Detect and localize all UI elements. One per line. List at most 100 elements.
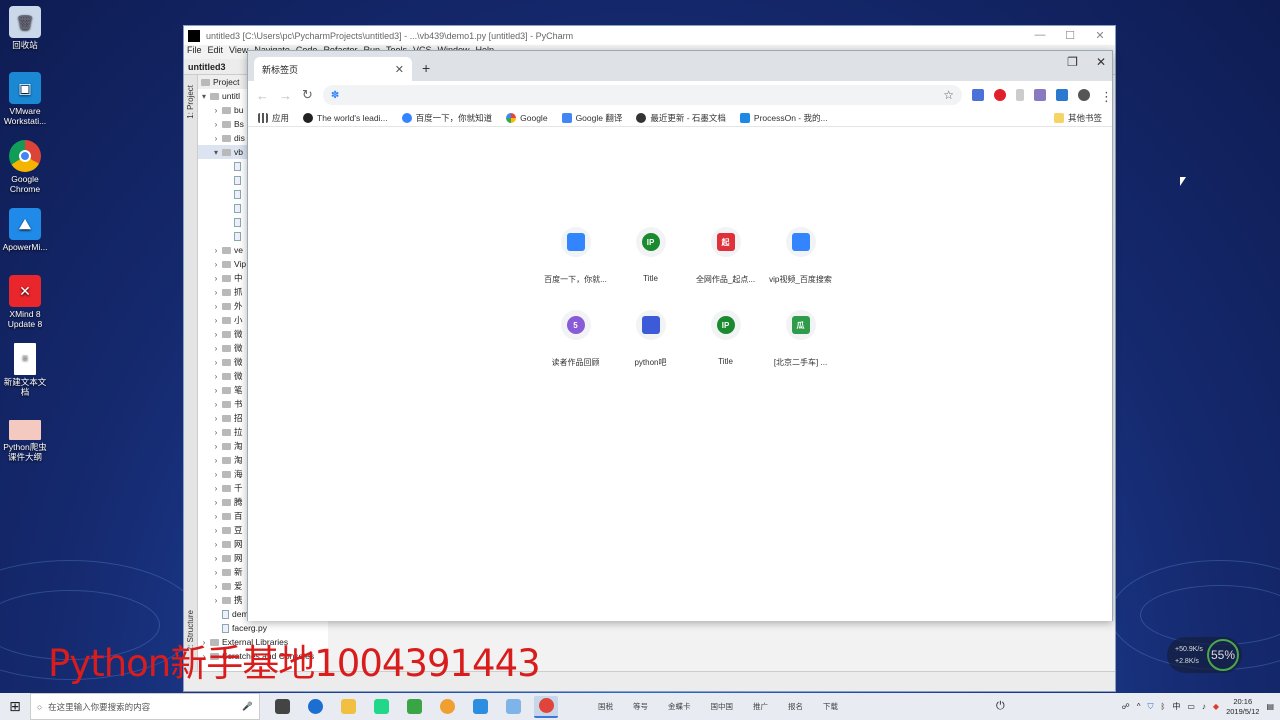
profile-avatar-icon[interactable] xyxy=(1078,89,1090,101)
window-close-icon[interactable]: ✕ xyxy=(1096,55,1106,69)
omnibox-input[interactable] xyxy=(343,89,944,101)
bookmark-apps[interactable]: 应用 xyxy=(258,112,289,124)
chevron-down-icon[interactable]: ▾ xyxy=(198,92,210,101)
bookmark-star-icon[interactable]: ☆ xyxy=(943,88,954,102)
box-extension-icon[interactable] xyxy=(1034,89,1046,101)
menu-file[interactable]: File xyxy=(187,45,202,59)
chevron-right-icon[interactable]: › xyxy=(210,484,222,493)
taskbar-quick-label[interactable]: 国中国 xyxy=(711,701,734,712)
desktop-icon-apowermirror[interactable]: ⛰ ApowerMi... xyxy=(0,208,50,252)
translate-extension-icon[interactable] xyxy=(972,89,984,101)
desktop-icon-text-file[interactable]: ≡ 新建文本文档 xyxy=(0,343,50,397)
taskbar-app-chrome[interactable] xyxy=(534,695,558,718)
windows-start-icon[interactable]: ⊞ xyxy=(0,693,30,720)
taskbar-app-file-explorer[interactable] xyxy=(336,696,360,718)
maximize-icon[interactable]: ☐ xyxy=(1055,29,1085,42)
shortcut-tile[interactable]: 起全网作品_起点... xyxy=(688,227,763,285)
taskbar-quick-label[interactable]: 下载 xyxy=(823,701,838,712)
tab-close-icon[interactable]: ✕ xyxy=(395,63,404,76)
chevron-right-icon[interactable]: › xyxy=(210,554,222,563)
chevron-right-icon[interactable]: › xyxy=(210,470,222,479)
desktop-icon-recycle-bin[interactable]: 🗑 回收站 xyxy=(0,6,50,50)
restore-icon[interactable]: ❐ xyxy=(1067,55,1078,69)
bookmark-google-translate[interactable]: Google 翻译 xyxy=(561,112,622,124)
opera-extension-icon[interactable] xyxy=(994,89,1006,101)
chevron-right-icon[interactable]: › xyxy=(210,526,222,535)
chevron-up-icon[interactable]: ^ xyxy=(1137,702,1141,711)
chevron-right-icon[interactable]: › xyxy=(210,498,222,507)
microphone-icon[interactable]: 🎤 xyxy=(242,701,253,712)
taskbar-app-edge[interactable] xyxy=(303,696,327,718)
omnibox[interactable]: ✽ ☆ xyxy=(322,85,962,105)
chevron-right-icon[interactable]: › xyxy=(210,428,222,437)
menu-edit[interactable]: Edit xyxy=(208,45,224,59)
desktop-icon-vmware[interactable]: ▣ VMware Workstati... xyxy=(0,72,50,126)
taskbar-quick-label[interactable]: 国税 xyxy=(598,701,613,712)
taskbar-search-box[interactable]: ○ 在这里输入你要搜索的内容 🎤 xyxy=(30,693,260,720)
taskbar-clock[interactable]: 20:16 2019/5/12 xyxy=(1226,697,1259,717)
network-icon[interactable]: ▭ xyxy=(1187,702,1195,711)
chevron-right-icon[interactable]: › xyxy=(210,302,222,311)
chevron-right-icon[interactable]: › xyxy=(210,596,222,605)
people-icon[interactable]: ☍ xyxy=(1122,702,1130,711)
bookmark-github[interactable]: The world's leadi... xyxy=(303,112,388,123)
chevron-right-icon[interactable]: › xyxy=(210,330,222,339)
chevron-right-icon[interactable]: › xyxy=(210,442,222,451)
chevron-right-icon[interactable]: › xyxy=(210,274,222,283)
volume-icon[interactable]: ♪ xyxy=(1202,702,1206,711)
taskbar-app-notepad[interactable] xyxy=(402,696,426,718)
shortcut-tile[interactable]: IP Title xyxy=(688,310,763,368)
project-breadcrumb[interactable]: untitled3 xyxy=(188,62,226,72)
chevron-right-icon[interactable]: › xyxy=(210,134,222,143)
minimize-icon[interactable]: — xyxy=(1025,29,1055,42)
chevron-right-icon[interactable]: › xyxy=(210,456,222,465)
desktop-icon-chrome[interactable]: Google Chrome xyxy=(0,140,50,194)
chrome-window[interactable]: 新标签页 ✕ + ❐ ✕ ← → ↻ ✽ ☆ ⋮ 应用 The world's … xyxy=(247,50,1113,621)
vue-extension-icon[interactable] xyxy=(1056,89,1068,101)
shortcut-tile[interactable]: vip视频_百度搜索 xyxy=(763,227,838,285)
chevron-right-icon[interactable]: › xyxy=(210,372,222,381)
back-arrow-icon[interactable]: ← xyxy=(256,88,269,103)
chevron-down-icon[interactable]: ▾ xyxy=(210,148,222,157)
taskbar-quick-label[interactable]: 等号 xyxy=(633,701,648,712)
bookmark-shimo[interactable]: 最近更新 - 石墨文档 xyxy=(636,112,726,124)
desktop-icon-xmind[interactable]: ✕ XMind 8 Update 8 xyxy=(0,275,50,329)
taskbar-app-app-paper[interactable] xyxy=(501,696,525,718)
taskbar-app-app-orange[interactable] xyxy=(435,696,459,718)
chevron-right-icon[interactable]: › xyxy=(210,120,222,129)
network-speed-widget[interactable]: +50.9K/s +2.8K/s 55% xyxy=(1167,637,1242,673)
taskbar-app-pycharm[interactable] xyxy=(369,696,393,718)
menu-kebab-icon[interactable]: ⋮ xyxy=(1100,89,1113,104)
shortcut-tile[interactable]: python吧 xyxy=(613,310,688,368)
chevron-right-icon[interactable]: › xyxy=(210,400,222,409)
chevron-right-icon[interactable]: › xyxy=(210,358,222,367)
chevron-right-icon[interactable]: › xyxy=(210,106,222,115)
chevron-right-icon[interactable]: › xyxy=(210,288,222,297)
shortcut-tile[interactable]: IP Title xyxy=(613,227,688,285)
chevron-right-icon[interactable]: › xyxy=(210,582,222,591)
shield-icon[interactable]: ⛉ xyxy=(1148,702,1154,712)
side-tab-project[interactable]: 1: Project xyxy=(186,85,195,119)
forward-arrow-icon[interactable]: → xyxy=(279,88,292,103)
reload-icon[interactable]: ↻ xyxy=(302,87,313,103)
taskbar-quick-label[interactable]: 报名 xyxy=(788,701,803,712)
chevron-right-icon[interactable]: › xyxy=(210,344,222,353)
chrome-tab-newtab[interactable]: 新标签页 ✕ xyxy=(254,57,412,81)
shortcut-tile[interactable]: 瓜 [北京二手车] ... xyxy=(763,310,838,368)
bookmark-processon[interactable]: ProcessOn - 我的... xyxy=(739,112,828,124)
bookmark-other[interactable]: 其他书签 xyxy=(1053,112,1102,124)
chevron-right-icon[interactable]: › xyxy=(210,386,222,395)
bookmark-baidu[interactable]: 百度一下，你就知道 xyxy=(401,112,492,124)
taskbar-app-app-blue[interactable] xyxy=(468,696,492,718)
input-language[interactable]: 中 xyxy=(1172,701,1180,712)
download-extension-icon[interactable] xyxy=(1016,89,1024,101)
chevron-right-icon[interactable]: › xyxy=(210,540,222,549)
shortcut-tile[interactable]: 5 读者作品回顾 xyxy=(538,310,613,368)
chevron-right-icon[interactable]: › xyxy=(210,260,222,269)
shortcut-tile[interactable]: 百度一下，你就... xyxy=(538,227,613,285)
chevron-right-icon[interactable]: › xyxy=(210,568,222,577)
ime-icon[interactable]: ᛒ xyxy=(1161,702,1166,711)
notification-icon[interactable]: ▤ xyxy=(1266,702,1274,711)
close-icon[interactable]: ✕ xyxy=(1085,29,1115,42)
new-tab-plus-icon[interactable]: + xyxy=(422,60,430,76)
